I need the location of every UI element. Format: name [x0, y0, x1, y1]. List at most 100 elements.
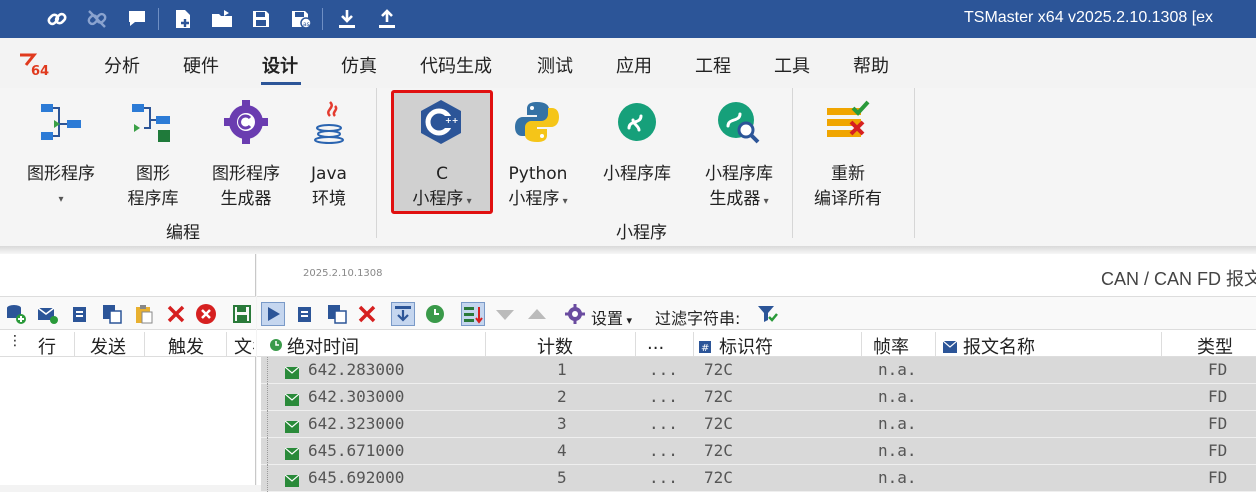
- graphic-program-button[interactable]: 图形程序 ▾: [22, 162, 100, 212]
- cell-more: ...: [649, 360, 678, 379]
- clear-all-icon[interactable]: [194, 302, 218, 326]
- menu-bar: 64 分析 硬件 设计 仿真 代码生成 测试 应用 工程 工具 帮助: [0, 38, 1256, 88]
- save-icon[interactable]: [230, 302, 254, 326]
- triangle-up-icon[interactable]: [525, 302, 549, 326]
- paste-icon[interactable]: [132, 302, 156, 326]
- scroll-down-icon[interactable]: [391, 302, 415, 326]
- java-env-button[interactable]: Java 环境: [300, 162, 358, 212]
- table-row[interactable]: 642.323000 3... 72C n.a. FD: [261, 411, 1256, 438]
- gear-icon[interactable]: [222, 98, 270, 146]
- graphic-generator-button[interactable]: 图形程序 生成器: [205, 162, 287, 212]
- play-icon[interactable]: [261, 302, 285, 326]
- save-icon[interactable]: [246, 4, 276, 34]
- ribbon-shadow: [0, 246, 1256, 254]
- tab-code-generation[interactable]: 代码生成: [420, 52, 492, 78]
- tab-analysis[interactable]: 分析: [104, 52, 140, 78]
- settings-dropdown[interactable]: 设置 ▾: [591, 305, 632, 329]
- svg-text:++: ++: [445, 116, 458, 125]
- mini-program-library-button[interactable]: 小程序库: [596, 162, 678, 187]
- tab-project[interactable]: 工程: [695, 52, 731, 78]
- table-row[interactable]: 645.692000 5... 72C n.a. FD: [261, 465, 1256, 492]
- table-row[interactable]: 642.303000 2... 72C n.a. FD: [261, 384, 1256, 411]
- tree-line: [267, 357, 281, 384]
- python-icon[interactable]: [513, 98, 561, 146]
- tab-tools[interactable]: 工具: [774, 52, 810, 78]
- open-folder-icon[interactable]: [207, 4, 237, 34]
- unlink-icon[interactable]: [82, 4, 112, 34]
- clock-icon[interactable]: [423, 302, 447, 326]
- triangle-down-icon[interactable]: [493, 302, 517, 326]
- database-add-icon[interactable]: [4, 302, 28, 326]
- dropdown-arrow-icon[interactable]: ▾: [463, 196, 472, 207]
- column-send[interactable]: 发送: [90, 333, 126, 359]
- save-as-icon[interactable]: as: [286, 4, 316, 34]
- column-absolute-time[interactable]: 绝对时间: [287, 333, 359, 359]
- column-count[interactable]: 计数: [537, 333, 573, 359]
- delete-icon[interactable]: [355, 302, 379, 326]
- cell-rate: n.a.: [878, 414, 917, 433]
- dropdown-arrow-icon[interactable]: ▾: [760, 196, 769, 207]
- tab-simulation[interactable]: 仿真: [341, 52, 377, 78]
- cell-count: 2: [557, 387, 567, 406]
- c-mini-program-button[interactable]: C 小程序 ▾: [398, 162, 486, 214]
- mini-library-label: 小程序库: [603, 164, 671, 184]
- graphic-library-button[interactable]: 图形 程序库: [118, 162, 188, 212]
- delete-icon[interactable]: [164, 302, 188, 326]
- column-divider: [485, 332, 486, 356]
- new-file-icon[interactable]: [168, 4, 198, 34]
- sort-list-icon[interactable]: [461, 302, 485, 326]
- comment-icon[interactable]: [122, 4, 152, 34]
- cpp-icon[interactable]: ++: [417, 98, 465, 146]
- column-message-name[interactable]: 报文名称: [963, 333, 1035, 359]
- graphic-program-icon[interactable]: [37, 98, 85, 146]
- copy-icon[interactable]: [293, 302, 317, 326]
- mail-add-icon[interactable]: [36, 302, 60, 326]
- tab-test[interactable]: 测试: [537, 52, 573, 78]
- column-row[interactable]: 行: [38, 333, 56, 359]
- settings-label: 设置: [591, 309, 624, 328]
- java-icon[interactable]: [306, 98, 354, 146]
- column-trigger[interactable]: 触发: [168, 333, 204, 359]
- table-row[interactable]: 642.283000 1... 72C n.a. FD: [261, 357, 1256, 384]
- graphic-generator-label-1: 图形程序: [212, 164, 280, 184]
- copy-format-icon[interactable]: [100, 302, 124, 326]
- cell-rate: n.a.: [878, 441, 917, 460]
- tab-help[interactable]: 帮助: [853, 52, 889, 78]
- tab-application[interactable]: 应用: [616, 52, 652, 78]
- copy-icon[interactable]: [68, 302, 92, 326]
- table-row[interactable]: 645.671000 4... 72C n.a. FD: [261, 438, 1256, 465]
- version-label: 2025.2.10.1308: [303, 268, 383, 279]
- group-label-programming: 编程: [166, 223, 200, 243]
- column-identifier[interactable]: 标识符: [719, 333, 773, 359]
- filter-icon[interactable]: [755, 302, 779, 326]
- clock-small-icon: [269, 336, 283, 357]
- column-frame-rate[interactable]: 帧率: [873, 333, 909, 359]
- graphic-library-icon[interactable]: [128, 98, 176, 146]
- recompile-all-button[interactable]: 重新 编译所有: [808, 162, 888, 212]
- app-logo-icon[interactable]: 64: [18, 51, 54, 79]
- download-icon[interactable]: [332, 4, 362, 34]
- group-separator: [914, 88, 915, 238]
- mini-library-generator-icon[interactable]: [714, 98, 762, 146]
- graphic-program-label: 图形程序: [27, 164, 95, 184]
- mini-library-generator-button[interactable]: 小程序库 生成器 ▾: [696, 162, 782, 214]
- upload-icon[interactable]: [372, 4, 402, 34]
- column-type[interactable]: 类型: [1197, 333, 1233, 359]
- mini-program-library-icon[interactable]: [613, 98, 661, 146]
- message-icon: [284, 472, 300, 491]
- link-icon[interactable]: [42, 4, 72, 34]
- recompile-label-1: 重新: [831, 164, 865, 184]
- settings-gear-icon[interactable]: [563, 302, 587, 326]
- python-mini-program-button[interactable]: Python 小程序 ▾: [498, 162, 578, 214]
- tab-design[interactable]: 设计: [262, 52, 298, 78]
- tab-hardware[interactable]: 硬件: [183, 52, 219, 78]
- column-more[interactable]: ...: [647, 333, 664, 354]
- column-menu-icon[interactable]: ⋮: [8, 333, 22, 349]
- dropdown-arrow-icon[interactable]: ▾: [22, 187, 100, 212]
- send-panel-toolbar: [0, 296, 256, 330]
- dropdown-arrow-icon[interactable]: ▾: [559, 196, 568, 207]
- column-message-name[interactable]: 文名: [234, 333, 254, 359]
- cell-more: ...: [649, 414, 678, 433]
- recompile-all-icon[interactable]: [823, 98, 871, 146]
- copy-format-icon[interactable]: [325, 302, 349, 326]
